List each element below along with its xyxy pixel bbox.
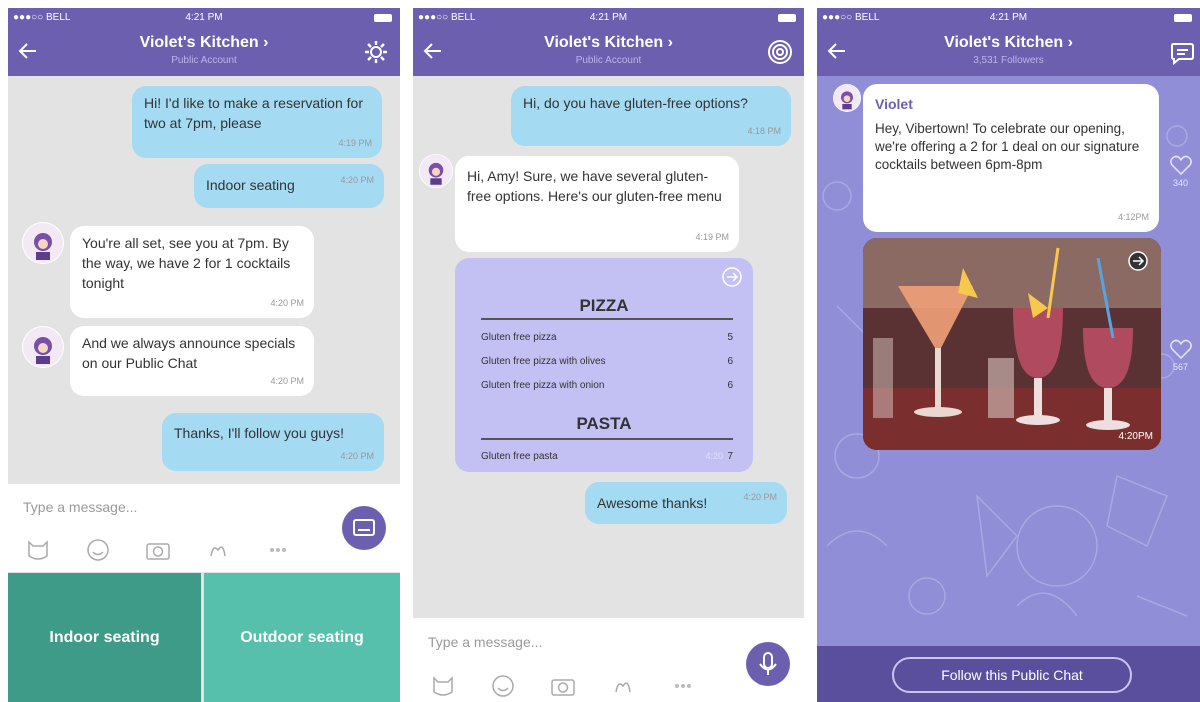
chat-subtitle: Public Account bbox=[171, 55, 237, 66]
avatar[interactable] bbox=[833, 84, 861, 112]
public-post-bubble: Violet Hey, Vibertown! To celebrate our … bbox=[863, 84, 1159, 232]
message-composer: Type a message... bbox=[413, 618, 804, 702]
menu-item: Gluten free pizza 5 bbox=[481, 332, 733, 343]
status-bar: ●●●○○ BELL 4:21 PM bbox=[8, 8, 400, 28]
keyboard-toggle-button[interactable] bbox=[342, 506, 386, 550]
doodle-icon[interactable] bbox=[608, 674, 638, 698]
message-timestamp: 4:12PM bbox=[1117, 212, 1149, 222]
message-timestamp: 4:20 PM bbox=[340, 451, 374, 461]
status-time: 4:21 PM bbox=[185, 12, 223, 23]
public-chat-screen: ●●●○○ BELL 4:21 PM Violet's Kitchen › 3,… bbox=[817, 8, 1200, 702]
photo-timestamp: 4:20PM bbox=[1118, 431, 1153, 442]
followers-count: 3,531 Followers bbox=[973, 55, 1044, 66]
message-bubble-incoming: Hi, Amy! Sure, we have several gluten-fr… bbox=[455, 156, 739, 252]
keyboard-icon bbox=[353, 519, 375, 536]
sticker-icon[interactable] bbox=[428, 674, 458, 698]
cocktails-photo[interactable]: 4:20PM bbox=[863, 238, 1161, 450]
like-count: 567 bbox=[1173, 362, 1189, 372]
message-timestamp: 4:19 PM bbox=[695, 232, 729, 242]
menu-section-title: PASTA bbox=[576, 414, 632, 433]
chat-screen-menu: ●●●○○ BELL 4:21 PM Violet's Kitchen › Pu… bbox=[413, 8, 804, 702]
camera-icon[interactable] bbox=[548, 674, 578, 698]
message-timestamp: 4:18 PM bbox=[747, 126, 781, 136]
message-bubble-outgoing: Indoor seating 4:20 PM bbox=[194, 164, 384, 208]
voice-message-button[interactable] bbox=[746, 642, 790, 686]
menu-item: Gluten free pasta 7 bbox=[481, 451, 733, 462]
follow-public-chat-button[interactable]: Follow this Public Chat bbox=[892, 657, 1132, 693]
menu-image-card[interactable]: PIZZA Gluten free pizza 5 Gluten free piz… bbox=[455, 258, 753, 472]
chat-title[interactable]: Violet's Kitchen › bbox=[413, 34, 804, 52]
battery-icon bbox=[778, 14, 796, 22]
menu-item: Gluten free pizza with onion 6 bbox=[481, 380, 733, 391]
post-sender-name: Violet bbox=[875, 96, 913, 112]
battery-icon bbox=[374, 14, 392, 22]
menu-item: Gluten free pizza with olives 6 bbox=[481, 356, 733, 367]
message-composer: Type a message... bbox=[8, 484, 400, 572]
follow-bar: Follow this Public Chat bbox=[817, 646, 1200, 702]
post-text: Hey, Vibertown! To celebrate our opening… bbox=[875, 121, 1140, 172]
cocktails-image bbox=[863, 238, 1161, 450]
chat-header: Violet's Kitchen › Public Account bbox=[8, 28, 400, 76]
status-bar: ●●●○○ BELL 4:21 PM bbox=[817, 8, 1200, 28]
more-options-icon[interactable] bbox=[263, 538, 293, 562]
like-heart-icon[interactable] bbox=[1169, 338, 1193, 360]
chat-bubble-icon[interactable] bbox=[1168, 38, 1196, 66]
sticker-icon[interactable] bbox=[23, 538, 53, 562]
message-timestamp: 4:19 PM bbox=[338, 138, 372, 148]
like-heart-icon[interactable] bbox=[1169, 154, 1193, 176]
message-bubble-incoming: You're all set, see you at 7pm. By the w… bbox=[70, 226, 314, 318]
message-timestamp: 4:20 bbox=[705, 451, 723, 461]
avatar[interactable] bbox=[22, 326, 64, 368]
menu-divider bbox=[481, 438, 733, 440]
chat-title[interactable]: Violet's Kitchen › bbox=[8, 34, 400, 52]
message-timestamp: 4:20 PM bbox=[270, 376, 304, 386]
chat-screen-reservation: ●●●○○ BELL 4:21 PM Violet's Kitchen › Pu… bbox=[8, 8, 400, 702]
message-bubble-outgoing: Awesome thanks! 4:20 PM bbox=[585, 482, 787, 524]
status-bar: ●●●○○ BELL 4:21 PM bbox=[413, 8, 804, 28]
message-bubble-outgoing: Hi, do you have gluten-free options? 4:1… bbox=[511, 86, 791, 146]
chat-header: Violet's Kitchen › Public Account bbox=[413, 28, 804, 76]
share-forward-icon[interactable] bbox=[721, 266, 743, 288]
chef-avatar-icon bbox=[23, 327, 63, 367]
message-bubble-outgoing: Thanks, I'll follow you guys! 4:20 PM bbox=[162, 413, 384, 471]
public-chat-icon[interactable] bbox=[766, 38, 794, 66]
message-input[interactable]: Type a message... bbox=[428, 634, 542, 650]
chat-title[interactable]: Violet's Kitchen › bbox=[817, 34, 1200, 52]
status-time: 4:21 PM bbox=[989, 12, 1028, 23]
chef-avatar-icon bbox=[23, 223, 63, 263]
camera-icon[interactable] bbox=[143, 538, 173, 562]
avatar[interactable] bbox=[22, 222, 64, 264]
chat-header: Violet's Kitchen › 3,531 Followers bbox=[817, 28, 1200, 76]
status-time: 4:21 PM bbox=[589, 12, 628, 23]
menu-section-title: PIZZA bbox=[579, 296, 629, 315]
gear-icon[interactable] bbox=[362, 38, 390, 66]
chat-subtitle: Public Account bbox=[575, 55, 642, 66]
quick-reply-outdoor[interactable]: Outdoor seating bbox=[204, 573, 400, 702]
message-bubble-incoming: And we always announce specials on our P… bbox=[70, 326, 314, 396]
doodle-icon[interactable] bbox=[203, 538, 233, 562]
chef-avatar-icon bbox=[419, 154, 453, 188]
microphone-icon bbox=[759, 652, 777, 675]
more-options-icon[interactable] bbox=[668, 674, 698, 698]
message-timestamp: 4:20 PM bbox=[340, 175, 374, 185]
emoji-icon[interactable] bbox=[488, 674, 518, 698]
avatar[interactable] bbox=[419, 154, 453, 188]
like-count: 340 bbox=[1173, 178, 1189, 188]
message-timestamp: 4:20 PM bbox=[270, 298, 304, 308]
share-forward-icon[interactable] bbox=[1127, 250, 1149, 272]
message-input[interactable]: Type a message... bbox=[23, 499, 137, 515]
quick-reply-indoor[interactable]: Indoor seating bbox=[8, 573, 201, 702]
message-timestamp: 4:20 PM bbox=[743, 492, 777, 502]
menu-divider bbox=[481, 318, 733, 320]
battery-icon bbox=[1174, 14, 1192, 22]
chef-avatar-icon bbox=[833, 84, 861, 112]
message-bubble-outgoing: Hi! I'd like to make a reservation for t… bbox=[132, 86, 382, 158]
emoji-icon[interactable] bbox=[83, 538, 113, 562]
